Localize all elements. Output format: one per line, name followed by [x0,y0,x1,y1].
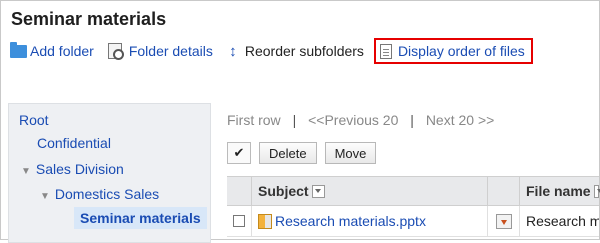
page-title: Seminar materials [11,9,167,29]
sort-dropdown-icon[interactable] [311,184,325,198]
tree-item-sales-division[interactable]: ▼ Sales Division [21,161,124,177]
pager-separator: | [410,112,414,128]
select-all-checkbox[interactable]: ✔ [227,142,251,164]
folder-tree: Root Confidential ▼ Sales Division ▼ Domes… [8,103,211,243]
file-name-value: Research m [526,213,599,229]
file-name-column-header[interactable]: File name [520,177,600,205]
download-column-header [488,177,520,205]
move-button[interactable]: Move [324,142,377,164]
delete-button[interactable]: Delete [259,142,317,164]
file-table: Subject File name Research materials.ppt… [227,176,600,237]
tree-item-label[interactable]: Sales Division [36,161,124,177]
table-row: Research materials.pptx Research m [227,206,599,237]
file-actions: ✔ Delete Move [227,142,384,164]
reorder-subfolders-link[interactable]: ↕ Reorder subfolders [227,43,364,60]
subject-cell: Research materials.pptx [252,206,488,236]
table-header: Subject File name [227,176,600,206]
display-order-of-files-link[interactable]: Display order of files [373,38,533,64]
reorder-icon: ↕ [229,42,237,60]
pager-separator: | [292,112,297,128]
next-page-link[interactable]: Next 20 >> [426,112,495,128]
sort-dropdown-icon[interactable] [593,184,600,198]
tree-item-seminar-materials[interactable]: Seminar materials [74,207,207,229]
display-order-of-files-label[interactable]: Display order of files [398,43,525,59]
tree-item-label[interactable]: Root [19,112,49,128]
folder-details-icon [107,43,124,60]
tree-item-root[interactable]: Root [19,112,49,128]
expand-triangle-icon[interactable]: ▼ [21,166,31,177]
row-checkbox-cell [227,206,252,236]
checkbox-column-header [227,177,252,205]
file-name-header-label: File name [526,183,591,199]
folder-icon [10,41,27,58]
file-name-cell: Research m [520,206,599,236]
pptx-file-icon [258,213,272,229]
tree-item-label[interactable]: Domestics Sales [55,186,159,202]
add-folder-label[interactable]: Add folder [30,43,94,59]
pagination: First row | <<Previous 20 | Next 20 >> [227,112,494,128]
add-folder-link[interactable]: Add folder [10,41,94,59]
subject-header-label: Subject [258,183,309,199]
download-cell [488,206,520,236]
folder-toolbar: Add folder Folder details ↕ Reorder subf… [10,38,547,64]
file-subject-link[interactable]: Research materials.pptx [275,213,426,229]
tree-item-label[interactable]: Seminar materials [80,210,201,226]
subject-column-header[interactable]: Subject [252,177,488,205]
row-checkbox[interactable] [233,215,245,227]
folder-details-link[interactable]: Folder details [107,43,213,60]
file-order-icon [379,43,392,59]
expand-triangle-icon[interactable]: ▼ [40,191,50,202]
tree-item-label[interactable]: Confidential [37,135,111,151]
download-icon[interactable] [495,213,512,229]
first-row-link[interactable]: First row [227,112,281,128]
reorder-subfolders-label[interactable]: Reorder subfolders [245,43,364,59]
folder-details-label[interactable]: Folder details [129,43,213,59]
tree-item-confidential[interactable]: Confidential [37,135,111,151]
tree-item-domestics-sales[interactable]: ▼ Domestics Sales [40,186,159,202]
previous-page-link[interactable]: <<Previous 20 [308,112,398,128]
